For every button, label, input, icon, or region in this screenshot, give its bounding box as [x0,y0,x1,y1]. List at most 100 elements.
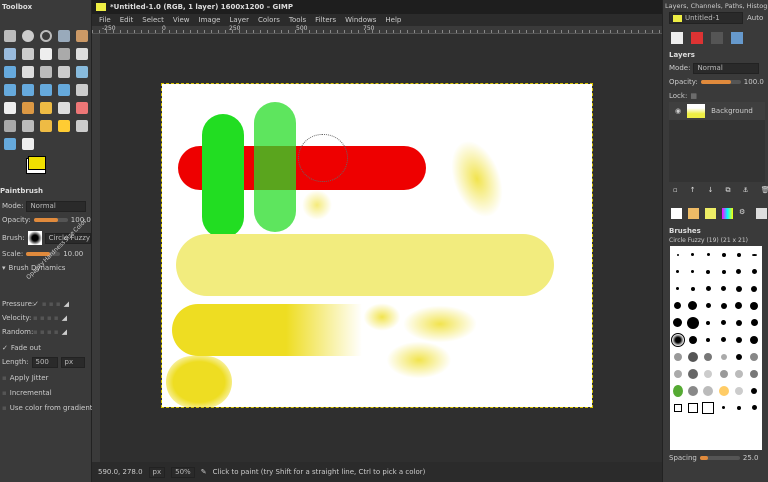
foreground-color-swatch[interactable] [28,156,46,170]
dynamics-checkboxes[interactable]: ▪ ▪ ▪ ▪ [33,328,59,336]
zoom-tool[interactable] [76,48,88,60]
menu-help[interactable]: Help [385,16,401,24]
gradients-tab[interactable] [705,208,716,219]
image-select[interactable]: Untitled-1 [669,12,743,24]
select-by-color-tool[interactable] [76,30,88,42]
crop-tool[interactable] [58,66,70,78]
anchor-layer-icon[interactable]: ⚓ [743,186,749,195]
menu-view[interactable]: View [173,16,190,24]
fonts-tab[interactable] [756,208,767,219]
tool-presets-tab[interactable]: ⚙ [739,208,750,219]
paintbrush-tool[interactable] [40,102,52,114]
layers-tab[interactable] [671,32,683,44]
curve-icon[interactable]: ◢ [62,314,67,322]
length-unit-select[interactable]: px [60,356,85,368]
shear-tool[interactable] [22,84,34,96]
curve-icon[interactable]: ◢ [64,300,69,308]
duplicate-layer-icon[interactable]: ⧉ [726,186,731,195]
blurry-stroke [384,340,454,380]
brush-preview-icon[interactable] [27,231,42,245]
pressure-opacity-checkbox[interactable]: ✓ [33,300,39,308]
menu-colors[interactable]: Colors [258,16,280,24]
paths-tab[interactable] [711,32,723,44]
smudge-tool[interactable] [76,120,88,132]
menu-windows[interactable]: Windows [345,16,376,24]
paths-tool[interactable] [40,48,52,60]
raise-layer-icon[interactable]: ↑ [690,186,696,195]
zoom-select[interactable]: 50% [171,466,195,478]
brush-grid[interactable] [670,246,762,450]
color-picker-tool[interactable] [58,48,70,60]
image-canvas[interactable] [161,83,593,408]
menu-file[interactable]: File [99,16,111,24]
lock-pixels-icon[interactable]: ▦ [690,92,697,100]
airbrush-tool[interactable] [4,120,16,132]
layer-mode-select[interactable]: Normal [693,62,760,74]
scale-tool[interactable] [4,84,16,96]
expand-icon[interactable]: ▾ [2,264,6,272]
layer-opacity-value[interactable]: 100.0 [744,78,764,86]
visibility-eye-icon[interactable]: ◉ [675,107,681,115]
curve-icon[interactable]: ◢ [62,328,67,336]
fuzzy-select-tool[interactable] [58,30,70,42]
dynamics-checkboxes[interactable]: ▪ ▪ ▪ ▪ [33,314,59,322]
dodge-burn-tool[interactable] [4,138,16,150]
undo-history-tab[interactable] [731,32,743,44]
delete-layer-icon[interactable]: 🗑 [761,186,768,195]
palettes-tab[interactable] [722,208,733,219]
layer-opacity-slider[interactable] [700,80,741,84]
bucket-fill-tool[interactable] [22,102,34,114]
text-tool[interactable] [4,102,16,114]
new-layer-icon[interactable]: ▫ [673,186,678,195]
rect-select-tool[interactable] [4,30,16,42]
cage-tool[interactable] [76,84,88,96]
menu-select[interactable]: Select [142,16,164,24]
auto-button[interactable]: Auto [747,14,763,22]
menu-tools[interactable]: Tools [289,16,306,24]
blur-tool[interactable] [22,138,34,150]
menu-layer[interactable]: Layer [229,16,249,24]
flip-tool[interactable] [58,84,70,96]
spacing-value[interactable]: 25.0 [743,454,759,462]
menu-edit[interactable]: Edit [120,16,134,24]
length-input[interactable]: 500 [31,356,58,368]
opacity-label: Opacity: [2,216,31,224]
brushes-tab[interactable] [671,208,682,219]
scissors-tool[interactable] [4,48,16,60]
incremental-checkbox[interactable]: ▪ [2,389,7,397]
channels-tab[interactable] [691,32,703,44]
patterns-tab[interactable] [688,208,699,219]
pointer-coords: 590.0, 278.0 [98,468,143,476]
lower-layer-icon[interactable]: ↓ [708,186,714,195]
fade-out-checkbox[interactable]: ✓ [2,344,8,352]
image-icon [96,3,106,11]
blurry-stroke [400,304,480,344]
spacing-slider[interactable] [699,456,740,460]
perspective-tool[interactable] [40,84,52,96]
mode-select[interactable]: Normal [26,200,87,212]
align-tool[interactable] [40,66,52,78]
velocity-label: Velocity: [2,314,32,322]
ink-tool[interactable] [22,120,34,132]
lasso-tool[interactable] [40,30,52,42]
ellipse-select-tool[interactable] [22,30,34,42]
opacity-slider[interactable] [33,218,68,222]
layer-row[interactable]: ◉ Background [669,102,765,120]
measure-tool[interactable] [4,66,16,78]
apply-jitter-checkbox[interactable]: ▪ [2,374,7,382]
rotate-tool[interactable] [76,66,88,78]
heal-tool[interactable] [58,120,70,132]
move-tool[interactable] [22,66,34,78]
menu-image[interactable]: Image [199,16,221,24]
scale-value[interactable]: 10.00 [63,250,83,258]
use-gradient-checkbox[interactable]: ▪ [2,404,7,412]
dynamics-checkboxes[interactable]: ▪ ▪ ▪ [42,300,61,308]
clone-tool[interactable] [40,120,52,132]
unit-select[interactable]: px [148,466,166,478]
menu-filters[interactable]: Filters [315,16,336,24]
eraser-tool[interactable] [76,102,88,114]
vertical-ruler [92,34,100,462]
foreground-select-tool[interactable] [22,48,34,60]
layer-mode-label: Mode: [669,64,691,72]
pencil-tool[interactable] [58,102,70,114]
